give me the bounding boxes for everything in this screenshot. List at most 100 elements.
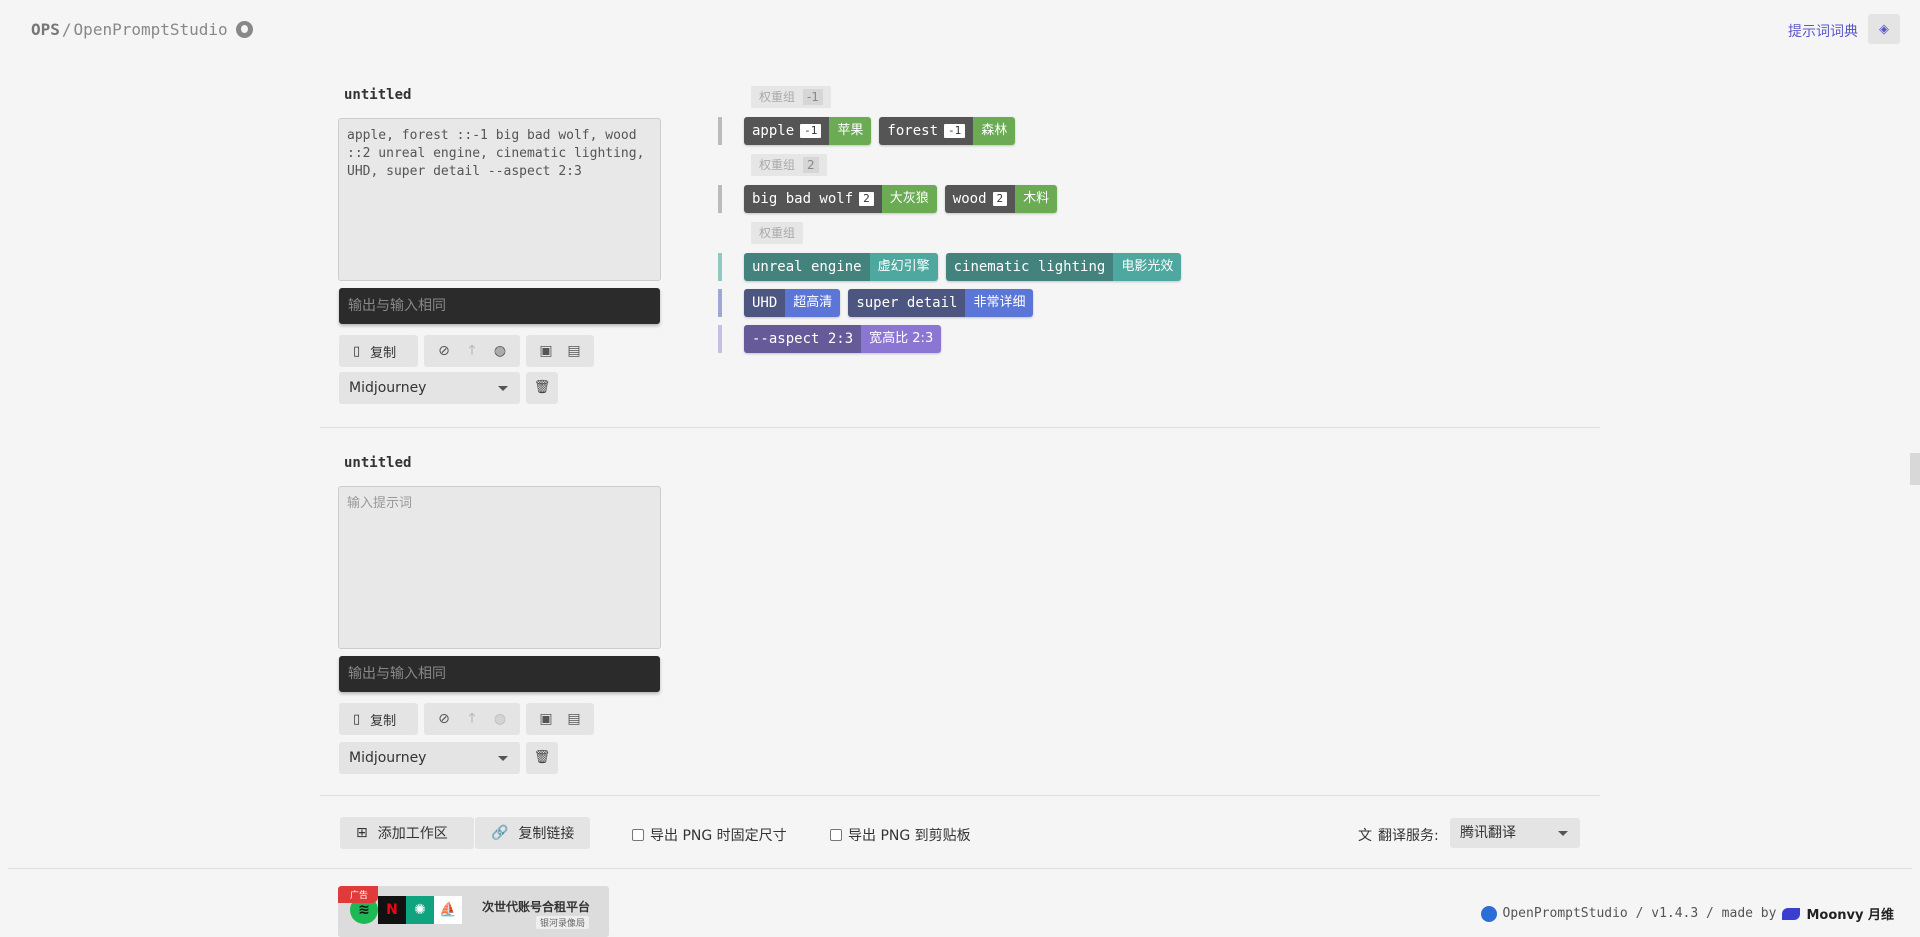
tag-english: cinematic lighting [953,259,1106,275]
group-bar [718,253,722,281]
planet-icon [1480,905,1497,922]
export-fixed-size-label: 导出 PNG 时固定尺寸 [650,828,787,844]
tag-row: apple -1 苹果 forest -1 森林 [718,117,1016,145]
bottom-toolbar: ⊞ 添加工作区 🔗 复制链接 导出 PNG 时固定尺寸 导出 PNG 到剪贴板 … [340,817,1580,849]
image-icon[interactable]: ▣ [532,343,560,359]
prompt-tag[interactable]: UHD 超高清 [744,289,841,317]
prompt-input[interactable]: 输入提示词 [338,486,661,649]
tag-english: wood [952,191,987,207]
arrow-up-icon[interactable]: ↑ [458,711,486,727]
tag-translation: 虚幻引擎 [869,253,938,281]
moonvy-logo-icon [1782,907,1801,920]
export-tools: ▣ ▤ [526,335,594,367]
trash-icon: 🗑 [533,750,551,765]
translate-icon: 文 [1358,828,1372,844]
tag-translation: 森林 [973,117,1016,145]
clipboard-icon: ▯ [353,343,361,359]
prompt-tag[interactable]: big bad wolf 2 大灰狼 [744,185,937,213]
footer-divider [8,868,1912,869]
tag-translation: 超高清 [785,289,841,317]
tag-translation: 大灰狼 [881,185,937,213]
weight-group-text: 权重组 [759,226,796,240]
image-icon[interactable]: ▣ [532,711,560,727]
clipboard-icon: ▯ [353,711,361,727]
prompt-tag[interactable]: super detail 非常详细 [848,289,1034,317]
scrollbar-thumb[interactable] [1910,453,1920,485]
edit-tools: ⊘ ↑ ◍ [424,335,520,367]
output-field[interactable]: 输出与输入相同 [339,656,660,692]
github-icon[interactable] [235,21,253,38]
prompt-tag[interactable]: --aspect 2:3 宽高比 2:3 [744,325,942,353]
tag-english: apple [752,123,795,139]
footer-text: OpenPromptStudio / v1.4.3 / made by [1502,906,1777,921]
arrow-up-icon[interactable]: ↑ [458,343,486,359]
hd-icon[interactable]: ▤ [560,343,588,359]
ad-tag: 广告 [338,886,379,903]
group-bar [718,289,722,317]
prompt-tag[interactable]: wood 2 木料 [944,185,1058,213]
delete-workspace-button[interactable]: 🗑 [526,372,558,404]
tag-translation: 非常详细 [965,289,1034,317]
delete-workspace-button[interactable]: 🗑 [526,742,558,774]
palette-icon[interactable]: ◍ [486,711,514,727]
weight-group-value: 2 [803,157,819,173]
output-field[interactable]: 输出与输入相同 [339,288,660,324]
clear-icon[interactable]: ⊘ [430,711,458,727]
tag-row: UHD 超高清 super detail 非常详细 [718,289,1034,317]
weight-group-label: 权重组 2 [751,154,827,176]
tag-translation: 宽高比 2:3 [861,325,942,353]
tag-english: unreal engine [752,259,862,275]
prompt-tag[interactable]: forest -1 森林 [879,117,1016,145]
model-select[interactable]: Midjourney [339,742,520,774]
trash-icon: 🗑 [533,380,551,395]
hd-icon[interactable]: ▤ [560,711,588,727]
copy-button[interactable]: ▯ 复制 [339,703,418,735]
weight-group-text: 权重组 [759,90,796,104]
tag-row: big bad wolf 2 大灰狼 wood 2 木料 [718,185,1058,213]
translate-service-value: 腾讯翻译 [1460,825,1516,841]
tag-row: unreal engine 虚幻引擎 cinematic lighting 电影光效 [718,253,1182,281]
tag-english: big bad wolf [752,191,854,207]
prompt-tag[interactable]: cinematic lighting 电影光效 [945,253,1182,281]
app-logo[interactable]: OPS / OpenPromptStudio [31,20,253,39]
export-tools: ▣ ▤ [526,703,594,735]
model-select-value: Midjourney [349,750,427,766]
copy-button[interactable]: ▯ 复制 [339,335,418,367]
translate-service-select[interactable]: 腾讯翻译 [1450,818,1580,848]
export-clipboard-label: 导出 PNG 到剪贴板 [848,828,971,844]
ad-banner[interactable]: ≋ N ✺ ⛵ 广告 次世代账号合租平台 银河录像局 [338,886,609,937]
tag-weight: -1 [800,124,822,138]
group-bar [718,325,722,353]
prompt-input[interactable]: apple, forest ::-1 big bad wolf, wood ::… [338,118,661,281]
tag-english: super detail [856,295,958,311]
workspace-1: untitled apple, forest ::-1 big bad wolf… [320,70,1600,428]
ad-title: 次世代账号合租平台 [482,900,591,914]
export-clipboard-checkbox[interactable]: 导出 PNG 到剪贴板 [830,825,971,845]
tag-weight: 2 [992,192,1008,206]
copy-link-label: 复制链接 [518,826,575,842]
palette-icon[interactable]: ◍ [486,343,514,359]
export-fixed-size-checkbox[interactable]: 导出 PNG 时固定尺寸 [632,825,787,845]
prompt-tag[interactable]: unreal engine 虚幻引擎 [744,253,938,281]
weight-group-label: 权重组 -1 [751,86,831,108]
workspace-title: untitled [344,87,412,103]
footer-credits: OpenPromptStudio / v1.4.3 / made by Moon… [1480,904,1894,923]
dictionary-button[interactable]: ◈ [1868,14,1900,44]
prompt-dictionary-link[interactable]: 提示词词典 [1788,21,1858,41]
tag-english: --aspect 2:3 [752,331,854,347]
weight-group-text: 权重组 [759,158,796,172]
model-select[interactable]: Midjourney [339,372,520,404]
tag-translation: 苹果 [829,117,872,145]
tag-weight: -1 [944,124,966,138]
add-workspace-label: 添加工作区 [377,826,448,842]
clear-icon[interactable]: ⊘ [430,343,458,359]
workspace-title: untitled [344,455,412,471]
weight-group-value: -1 [803,89,823,105]
tag-weight: 2 [859,192,874,206]
logo-separator: / [61,20,72,39]
group-bar [718,117,722,145]
moonvy-brand[interactable]: Moonvy 月维 [1806,904,1894,923]
add-workspace-button[interactable]: ⊞ 添加工作区 [340,817,474,849]
copy-link-button[interactable]: 🔗 复制链接 [475,817,590,849]
prompt-tag[interactable]: apple -1 苹果 [744,117,872,145]
